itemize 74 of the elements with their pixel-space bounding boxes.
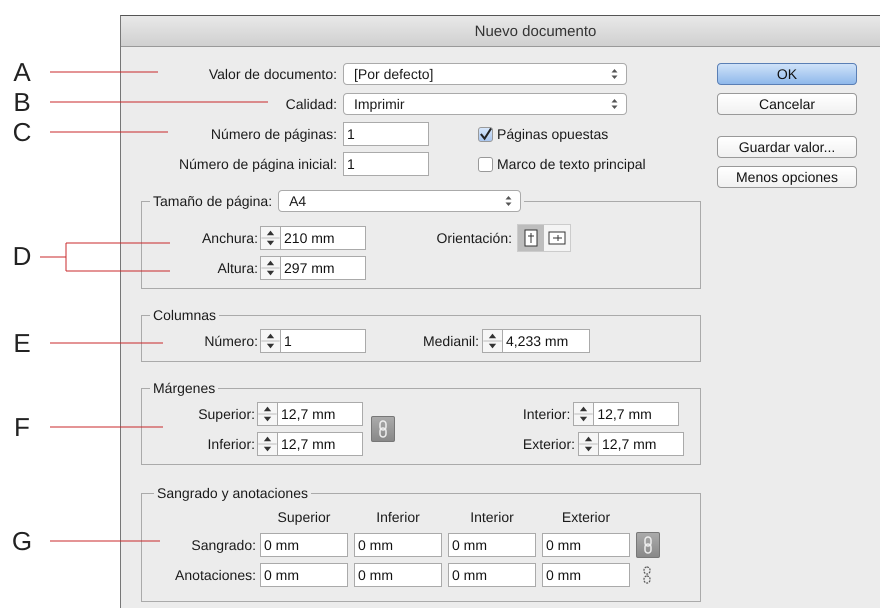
field-label: Altura: xyxy=(216,260,258,276)
annotation-letter: D xyxy=(12,241,32,271)
dropdown-arrows-icon xyxy=(505,195,512,207)
group-title: Márgenes xyxy=(153,380,216,396)
chain-link-icon[interactable] xyxy=(371,416,395,442)
dialog-button[interactable]: Cancelar xyxy=(717,93,857,115)
column-header: Inferior xyxy=(375,509,421,525)
field-label: Interior: xyxy=(522,406,570,422)
checkbox-label[interactable]: Páginas opuestas xyxy=(497,126,608,142)
field-label: Anchura: xyxy=(200,230,258,246)
field-label: Superior: xyxy=(197,406,255,422)
input-field[interactable]: 12,7 mm xyxy=(593,402,680,426)
column-header: Interior xyxy=(469,509,515,525)
input-field[interactable]: 12,7 mm xyxy=(598,432,684,456)
column-header: Superior xyxy=(276,509,332,525)
input-field[interactable]: 210 mm xyxy=(280,226,366,250)
column-header: Exterior xyxy=(560,509,612,525)
input-field[interactable]: 0 mm xyxy=(260,563,348,587)
spinner-icon[interactable] xyxy=(260,256,280,280)
annotation-letter: G xyxy=(10,526,34,556)
dialog-button[interactable]: Guardar valor... xyxy=(717,136,857,158)
input-field[interactable]: 0 mm xyxy=(354,533,442,557)
spinner-icon[interactable] xyxy=(573,402,594,426)
input-field[interactable]: 12,7 mm xyxy=(277,432,363,456)
field-label: Exterior: xyxy=(522,436,575,452)
annotation-letter: F xyxy=(13,412,31,442)
field-label: Tamaño de página: xyxy=(153,193,272,209)
input-field[interactable]: 1 xyxy=(343,122,429,146)
field-label: Número de páginas: xyxy=(210,126,337,142)
input-field[interactable]: 0 mm xyxy=(354,563,442,587)
preset-dropdown[interactable]: [Por defecto] xyxy=(343,63,627,85)
group-title: Columnas xyxy=(153,307,216,323)
spinner-icon[interactable] xyxy=(482,329,502,353)
portrait-orientation-icon[interactable] xyxy=(518,225,544,251)
quality-dropdown[interactable]: Imprimir xyxy=(343,93,627,115)
checkbox[interactable] xyxy=(478,126,493,142)
spinner-icon[interactable] xyxy=(578,432,598,456)
field-label: Número de página inicial: xyxy=(179,156,337,172)
input-field[interactable]: 0 mm xyxy=(260,533,348,557)
annotation-letter: C xyxy=(12,117,32,147)
dropdown-arrows-icon xyxy=(611,98,618,110)
page-size-dropdown[interactable]: A4 xyxy=(278,190,522,212)
field-label: Inferior: xyxy=(206,436,255,452)
input-field[interactable]: 0 mm xyxy=(448,563,536,587)
chain-link-icon[interactable] xyxy=(636,532,660,558)
dialog-button[interactable]: Menos opciones xyxy=(717,166,857,188)
input-field[interactable]: 12,7 mm xyxy=(277,402,363,426)
annotation-letter: B xyxy=(12,87,32,117)
field-label: Calidad: xyxy=(286,96,337,112)
dialog-button[interactable]: OK xyxy=(717,63,857,85)
checkbox[interactable] xyxy=(478,156,493,172)
window-title: Nuevo documento xyxy=(474,22,596,40)
field-label: Anotaciones: xyxy=(174,567,256,583)
field-label: Orientación: xyxy=(436,230,512,246)
input-field[interactable]: 1 xyxy=(343,152,429,176)
field-label: Sangrado: xyxy=(190,537,256,553)
dropdown-arrows-icon xyxy=(611,68,618,80)
input-field[interactable]: 0 mm xyxy=(542,563,630,587)
spinner-icon[interactable] xyxy=(257,402,277,426)
spinner-icon[interactable] xyxy=(260,329,280,353)
group-title: Sangrado y anotaciones xyxy=(157,485,308,501)
checkbox-label[interactable]: Marco de texto principal xyxy=(497,156,646,172)
field-label: Medianil: xyxy=(422,333,479,349)
spinner-icon[interactable] xyxy=(257,432,277,456)
input-field[interactable]: 4,233 mm xyxy=(502,329,590,353)
field-label: Número: xyxy=(203,333,258,349)
annotation-letter: A xyxy=(12,57,32,87)
annotation-letter: E xyxy=(12,328,32,358)
field-label: Valor de documento: xyxy=(208,66,337,82)
input-field[interactable]: 0 mm xyxy=(542,533,630,557)
input-field[interactable]: 1 xyxy=(280,329,366,353)
spinner-icon[interactable] xyxy=(260,226,280,250)
input-field[interactable]: 0 mm xyxy=(448,533,536,557)
input-field[interactable]: 297 mm xyxy=(280,256,366,280)
